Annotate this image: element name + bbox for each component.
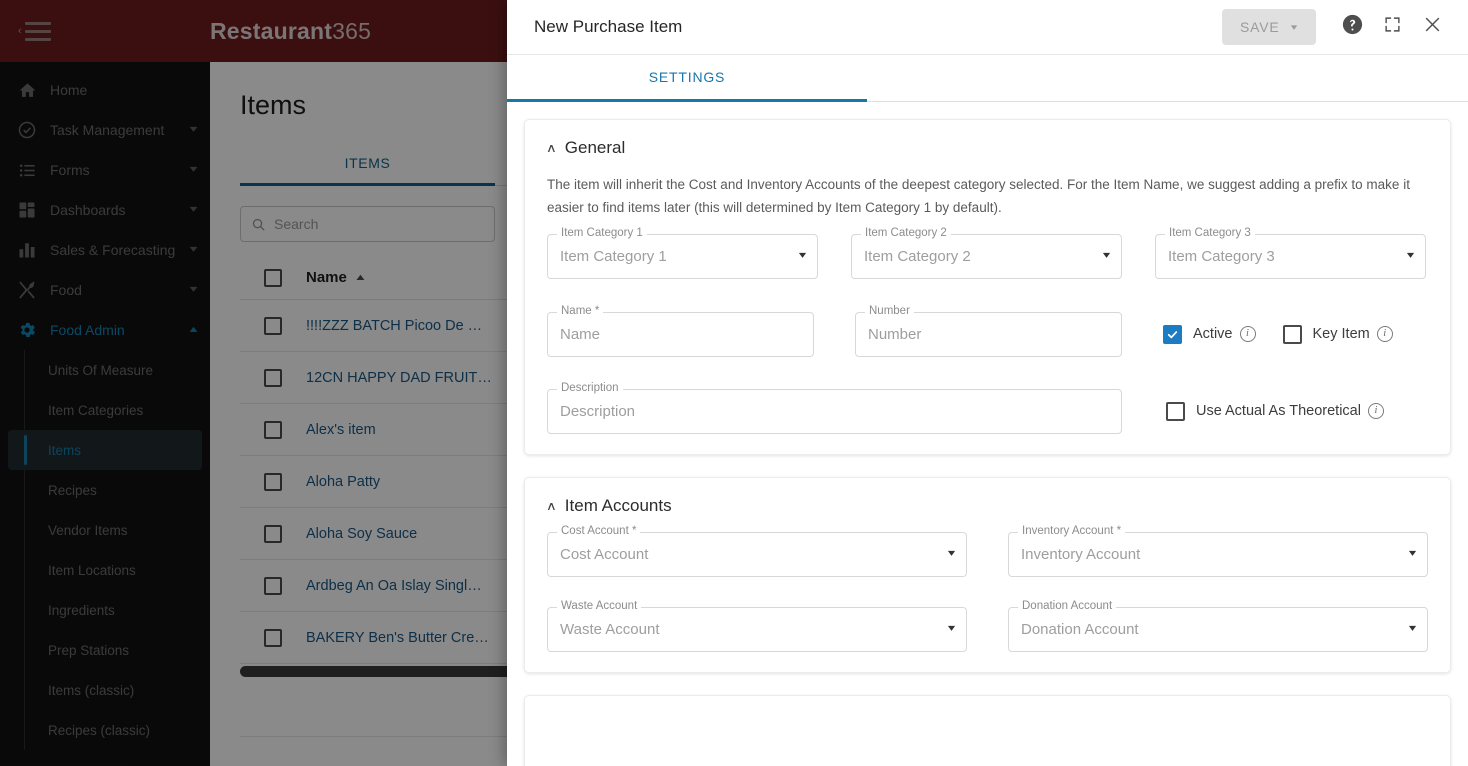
active-label: Active bbox=[1193, 326, 1233, 343]
accounts-row-1: Cost Account * Cost Account ▾ Inventory … bbox=[547, 524, 1428, 577]
modal-header: New Purchase Item SAVE ▾ bbox=[507, 0, 1468, 55]
description-label: Description bbox=[557, 381, 623, 394]
accounts-row-2: Waste Account Waste Account ▾ Donation A… bbox=[547, 599, 1428, 652]
active-checkbox[interactable] bbox=[1163, 324, 1182, 344]
save-button[interactable]: SAVE ▾ bbox=[1221, 9, 1316, 45]
item-categories-row: Item Category 1 Item Category 1 ▾ Item C… bbox=[547, 226, 1428, 279]
inventory-account-select[interactable]: Inventory Account * Inventory Account ▾ bbox=[1008, 524, 1428, 577]
cost-account-value: Cost Account bbox=[560, 545, 649, 563]
chevron-up-icon[interactable]: ∧ bbox=[546, 500, 557, 512]
active-checkbox-group: Active i bbox=[1163, 324, 1256, 344]
chevron-down-icon[interactable]: ▾ bbox=[948, 624, 955, 634]
cost-account-select[interactable]: Cost Account * Cost Account ▾ bbox=[547, 524, 967, 577]
chevron-down-icon[interactable]: ▾ bbox=[948, 549, 955, 559]
donation-account-value: Donation Account bbox=[1021, 620, 1139, 638]
modal-header-actions: SAVE ▾ bbox=[1221, 7, 1452, 47]
item-accounts-section-title: Item Accounts bbox=[564, 495, 672, 515]
help-circle-icon bbox=[1342, 14, 1363, 40]
key-item-label: Key Item bbox=[1312, 326, 1370, 343]
cost-account-label: Cost Account * bbox=[557, 524, 641, 537]
item-category-1-label: Item Category 1 bbox=[557, 226, 647, 239]
item-category-3-select[interactable]: Item Category 3 Item Category 3 ▾ bbox=[1155, 226, 1426, 279]
key-item-checkbox[interactable] bbox=[1282, 324, 1302, 344]
general-section-title: General bbox=[564, 138, 626, 157]
use-actual-as-theoretical-checkbox[interactable] bbox=[1166, 401, 1185, 421]
app-root: ‹ Restaurant365 Home Task Management ▾ F… bbox=[0, 0, 1468, 766]
modal-body: ∧ General The item will inherit the Cost… bbox=[507, 102, 1468, 766]
use-actual-as-theoretical-label: Use Actual As Theoretical bbox=[1196, 403, 1361, 420]
new-purchase-item-modal: New Purchase Item SAVE ▾ SETTINGS ∧ Gene… bbox=[507, 0, 1468, 766]
save-dropdown-caret-icon[interactable]: ▾ bbox=[1291, 22, 1320, 32]
fullscreen-button[interactable] bbox=[1372, 7, 1412, 47]
item-category-2-label: Item Category 2 bbox=[861, 226, 951, 239]
item-category-1-select[interactable]: Item Category 1 Item Category 1 ▾ bbox=[547, 226, 818, 279]
save-button-label: SAVE bbox=[1239, 19, 1280, 35]
name-input[interactable]: Name * Name bbox=[547, 304, 814, 357]
donation-account-select[interactable]: Donation Account Donation Account ▾ bbox=[1008, 599, 1428, 652]
item-accounts-section-card: ∧ Item Accounts Cost Account * Cost Acco… bbox=[524, 476, 1451, 673]
waste-account-value: Waste Account bbox=[560, 620, 660, 638]
item-category-3-value: Item Category 3 bbox=[1168, 247, 1275, 265]
name-label: Name * bbox=[557, 304, 604, 317]
item-category-3-label: Item Category 3 bbox=[1165, 226, 1255, 239]
use-actual-as-theoretical-checkbox-group: Use Actual As Theoretical i bbox=[1166, 401, 1384, 421]
description-value: Description bbox=[560, 402, 636, 420]
modal-tabs: SETTINGS bbox=[507, 55, 1468, 102]
description-row: Description Description Use Actual As Th… bbox=[547, 381, 1428, 434]
modal-title: New Purchase Item bbox=[534, 17, 683, 36]
tab-settings[interactable]: SETTINGS bbox=[507, 55, 867, 102]
item-accounts-section-header[interactable]: ∧ Item Accounts bbox=[546, 495, 1428, 516]
inventory-account-value: Inventory Account bbox=[1021, 545, 1141, 563]
item-category-2-value: Item Category 2 bbox=[864, 247, 971, 265]
chevron-up-icon[interactable]: ∧ bbox=[546, 142, 557, 154]
info-icon[interactable]: i bbox=[1376, 326, 1393, 343]
chevron-down-icon[interactable]: ▾ bbox=[1407, 251, 1414, 261]
description-input[interactable]: Description Description bbox=[547, 381, 1122, 434]
name-number-row: Name * Name Number Number Active i Key I… bbox=[547, 304, 1428, 357]
info-icon[interactable]: i bbox=[1367, 403, 1384, 420]
next-section-card-partial bbox=[524, 694, 1451, 766]
waste-account-select[interactable]: Waste Account Waste Account ▾ bbox=[547, 599, 967, 652]
inventory-account-label: Inventory Account * bbox=[1018, 524, 1126, 537]
chevron-down-icon[interactable]: ▾ bbox=[1409, 549, 1416, 559]
number-value: Number bbox=[868, 325, 922, 343]
chevron-down-icon[interactable]: ▾ bbox=[1409, 624, 1416, 634]
general-section-header[interactable]: ∧ General bbox=[546, 138, 1428, 158]
close-button[interactable] bbox=[1412, 7, 1452, 47]
number-label: Number bbox=[865, 304, 914, 317]
item-category-1-value: Item Category 1 bbox=[560, 247, 667, 265]
general-helper-text: The item will inherit the Cost and Inven… bbox=[547, 177, 1410, 215]
item-category-2-select[interactable]: Item Category 2 Item Category 2 ▾ bbox=[851, 226, 1122, 279]
fullscreen-icon bbox=[1384, 16, 1401, 38]
close-icon bbox=[1423, 15, 1442, 39]
info-icon[interactable]: i bbox=[1239, 326, 1256, 343]
waste-account-label: Waste Account bbox=[557, 599, 642, 612]
number-input[interactable]: Number Number bbox=[855, 304, 1122, 357]
chevron-down-icon[interactable]: ▾ bbox=[799, 251, 806, 261]
help-button[interactable] bbox=[1332, 7, 1372, 47]
chevron-down-icon[interactable]: ▾ bbox=[1103, 251, 1110, 261]
key-item-checkbox-group: Key Item i bbox=[1282, 324, 1393, 344]
name-value: Name bbox=[560, 325, 601, 343]
general-section-card: ∧ General The item will inherit the Cost… bbox=[524, 119, 1451, 455]
donation-account-label: Donation Account bbox=[1018, 599, 1117, 612]
